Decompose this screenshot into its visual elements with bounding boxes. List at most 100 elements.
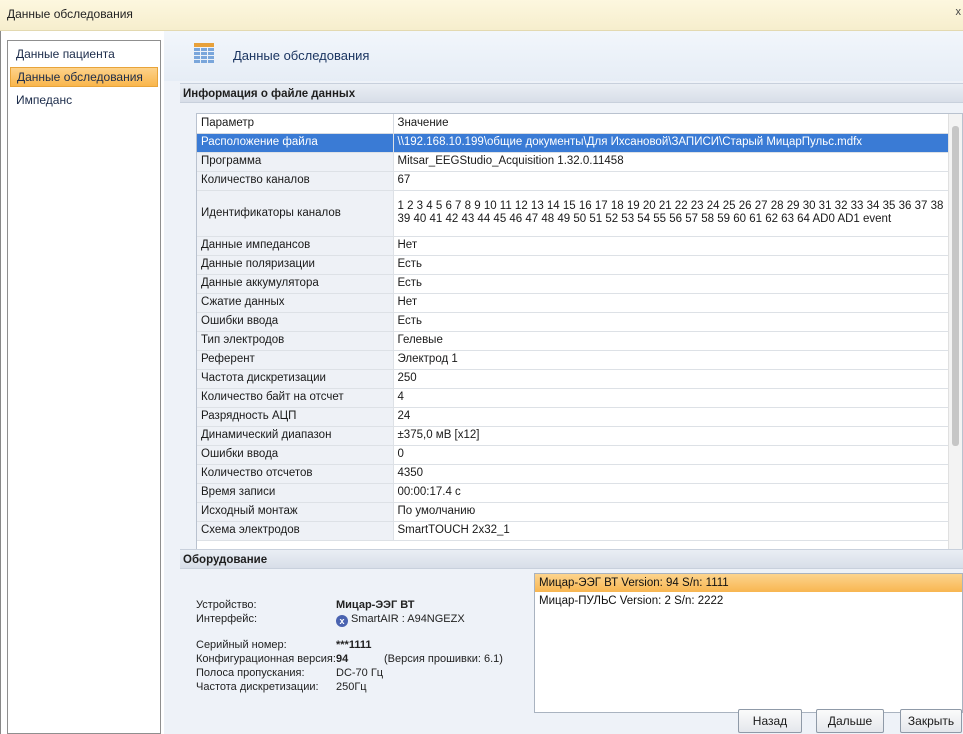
table-row[interactable]: Программа Mitsar_EEGStudio_Acquisition 1.…	[197, 152, 950, 172]
parameter-cell[interactable]: Данные поляризации	[197, 255, 394, 275]
firmware-version-note: (Версия прошивки: 6.1)	[384, 653, 503, 665]
device-value: Мицар-ЭЭГ ВТ	[336, 599, 415, 611]
device-list-item[interactable]: Мицар-ПУЛЬС Version: 2 S/n: 2222	[535, 592, 962, 610]
parameter-cell[interactable]: Схема электродов	[197, 521, 394, 541]
interface-label: Интерфейс:	[196, 613, 257, 625]
table-row[interactable]: Динамический диапазон ±375,0 мВ [x12]	[197, 426, 950, 446]
value-cell[interactable]: 4350	[393, 464, 950, 484]
table-row[interactable]: Количество каналов 67	[197, 171, 950, 191]
sidebar-item-exam-data[interactable]: Данные обследования	[10, 67, 158, 87]
window-title: Данные обследования	[7, 7, 133, 21]
value-cell[interactable]: Есть	[393, 312, 950, 332]
table-row[interactable]: Время записи 00:00:17.4 с	[197, 483, 950, 503]
page-title: Данные обследования	[233, 48, 370, 63]
window-border	[0, 31, 1, 734]
table-row[interactable]: Разрядность АЦП 24	[197, 407, 950, 427]
value-cell[interactable]: SmartTOUCH 2x32_1	[393, 521, 950, 541]
parameter-cell[interactable]: Ошибки ввода	[197, 445, 394, 465]
value-cell[interactable]: 0	[393, 445, 950, 465]
table-row[interactable]: Схема электродов SmartTOUCH 2x32_1	[197, 521, 950, 541]
value-cell[interactable]: Есть	[393, 274, 950, 294]
parameter-cell[interactable]: Количество отсчетов	[197, 464, 394, 484]
value-cell[interactable]: 250	[393, 369, 950, 389]
parameter-cell[interactable]: Сжатие данных	[197, 293, 394, 313]
bandwidth-label: Полоса пропускания:	[196, 667, 305, 679]
parameter-cell[interactable]: Разрядность АЦП	[197, 407, 394, 427]
parameter-cell[interactable]: Частота дискретизации	[197, 369, 394, 389]
sampling-rate-label: Частота дискретизации:	[196, 681, 319, 693]
table-row[interactable]: Ошибки ввода Есть	[197, 312, 950, 332]
table-row[interactable]: Расположение файла \\192.168.10.199\общие…	[197, 133, 950, 153]
config-version-label: Конфигурационная версия:	[196, 653, 336, 665]
value-cell[interactable]: Гелевые	[393, 331, 950, 351]
parameter-cell[interactable]: Данные аккумулятора	[197, 274, 394, 294]
table-row[interactable]: Ошибки ввода 0	[197, 445, 950, 465]
table-row[interactable]: Данные импедансов Нет	[197, 236, 950, 256]
table-row[interactable]: Данные аккумулятора Есть	[197, 274, 950, 294]
value-cell[interactable]: ±375,0 мВ [x12]	[393, 426, 950, 446]
device-label: Устройство:	[196, 599, 257, 611]
table-row[interactable]: Идентификаторы каналов 1 2 3 4 5 6 7 8 9 …	[197, 190, 950, 237]
parameter-cell[interactable]: Расположение файла	[197, 133, 394, 153]
parameter-cell[interactable]: Ошибки ввода	[197, 312, 394, 332]
config-version-value: 94	[336, 653, 349, 665]
sidebar-item-patient-data[interactable]: Данные пациента	[10, 44, 158, 64]
file-info-section-header: Информация о файле данных	[180, 83, 963, 103]
parameter-cell[interactable]: Программа	[197, 152, 394, 172]
bluetooth-x-icon: x	[336, 615, 348, 627]
table-row[interactable]: Сжатие данных Нет	[197, 293, 950, 313]
table-header-row: Параметр Значение	[197, 114, 950, 134]
table-icon	[194, 43, 214, 63]
value-cell[interactable]: \\192.168.10.199\общие документы\Для Ихс…	[393, 133, 950, 153]
value-cell[interactable]: Mitsar_EEGStudio_Acquisition 1.32.0.1145…	[393, 152, 950, 172]
grid-scrollbar[interactable]	[948, 114, 962, 567]
serial-value: ***1111	[336, 639, 372, 651]
table-row[interactable]: Данные поляризации Есть	[197, 255, 950, 275]
value-cell[interactable]: Нет	[393, 293, 950, 313]
back-button[interactable]: Назад	[738, 709, 802, 733]
window-titlebar: Данные обследования x	[0, 0, 963, 31]
file-info-grid: Параметр Значение Расположение файла \\19…	[196, 113, 963, 568]
interface-value-wrap: x SmartAIR : A94NGEZX	[336, 613, 465, 627]
column-header-parameter[interactable]: Параметр	[197, 114, 394, 134]
value-cell[interactable]: Есть	[393, 255, 950, 275]
parameter-cell[interactable]: Тип электродов	[197, 331, 394, 351]
next-button[interactable]: Дальше	[816, 709, 884, 733]
table-row[interactable]: Частота дискретизации 250	[197, 369, 950, 389]
parameter-cell[interactable]: Динамический диапазон	[197, 426, 394, 446]
table-row[interactable]: Количество байт на отсчет 4	[197, 388, 950, 408]
parameter-cell[interactable]: Исходный монтаж	[197, 502, 394, 522]
sidebar: Данные пациента Данные обследования Импе…	[7, 40, 161, 734]
main-panel: Данные обследования Информация о файле д…	[164, 31, 963, 734]
interface-value: SmartAIR : A94NGEZX	[351, 613, 465, 625]
value-cell[interactable]: Нет	[393, 236, 950, 256]
table-row[interactable]: Количество отсчетов 4350	[197, 464, 950, 484]
bandwidth-value: DC-70 Гц	[336, 667, 384, 679]
device-list-item[interactable]: Мицар-ЭЭГ ВТ Version: 94 S/n: 1111	[535, 574, 962, 592]
value-cell[interactable]: Электрод 1	[393, 350, 950, 370]
value-cell[interactable]: 67	[393, 171, 950, 191]
scrollbar-thumb[interactable]	[952, 126, 959, 446]
close-icon[interactable]: x	[956, 6, 962, 18]
file-info-table: Параметр Значение Расположение файла \\19…	[197, 114, 950, 541]
parameter-cell[interactable]: Идентификаторы каналов	[197, 190, 394, 237]
value-cell[interactable]: 1 2 3 4 5 6 7 8 9 10 11 12 13 14 15 16 1…	[393, 190, 950, 237]
parameter-cell[interactable]: Количество байт на отсчет	[197, 388, 394, 408]
parameter-cell[interactable]: Время записи	[197, 483, 394, 503]
parameter-cell[interactable]: Референт	[197, 350, 394, 370]
table-row[interactable]: Референт Электрод 1	[197, 350, 950, 370]
equipment-section-header: Оборудование	[180, 549, 963, 569]
sidebar-item-impedance[interactable]: Импеданс	[10, 90, 158, 110]
parameter-cell[interactable]: Количество каналов	[197, 171, 394, 191]
sampling-rate-value: 250Гц	[336, 681, 367, 693]
value-cell[interactable]: 24	[393, 407, 950, 427]
device-list[interactable]: Мицар-ЭЭГ ВТ Version: 94 S/n: 1111 Мицар…	[534, 573, 963, 713]
value-cell[interactable]: 4	[393, 388, 950, 408]
value-cell[interactable]: По умолчанию	[393, 502, 950, 522]
value-cell[interactable]: 00:00:17.4 с	[393, 483, 950, 503]
table-row[interactable]: Исходный монтаж По умолчанию	[197, 502, 950, 522]
column-header-value[interactable]: Значение	[393, 114, 950, 134]
parameter-cell[interactable]: Данные импедансов	[197, 236, 394, 256]
table-row[interactable]: Тип электродов Гелевые	[197, 331, 950, 351]
close-button[interactable]: Закрыть	[900, 709, 962, 733]
